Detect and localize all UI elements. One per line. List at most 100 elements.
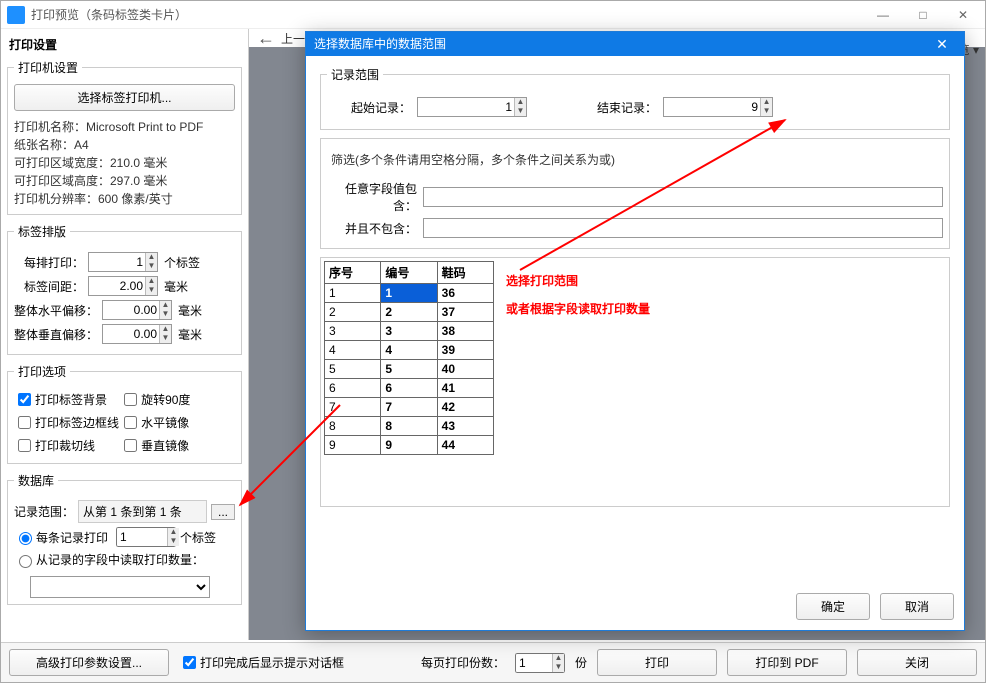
gap-label: 标签间距： xyxy=(14,278,84,295)
table-row[interactable]: 4439 xyxy=(325,341,494,360)
col-header[interactable]: 鞋码 xyxy=(437,262,493,284)
database-legend: 数据库 xyxy=(14,472,58,489)
table-row[interactable]: 8843 xyxy=(325,417,494,436)
table-row[interactable]: 1136 xyxy=(325,284,494,303)
main-titlebar: 打印预览（条码标签类卡片） — □ ✕ xyxy=(1,1,985,29)
table-cell[interactable]: 2 xyxy=(381,303,437,322)
table-cell[interactable]: 8 xyxy=(325,417,381,436)
database-group: 数据库 记录范围： 从第 1 条到第 1 条 ... 每条记录打印 ▲▼ 个标签… xyxy=(7,472,242,605)
spin-icon[interactable]: ▲▼ xyxy=(145,277,157,295)
start-input[interactable] xyxy=(417,97,527,117)
each-record-unit: 个标签 xyxy=(180,529,216,546)
table-cell[interactable]: 40 xyxy=(437,360,493,379)
table-row[interactable]: 5540 xyxy=(325,360,494,379)
table-cell[interactable]: 1 xyxy=(381,284,437,303)
table-cell[interactable]: 6 xyxy=(381,379,437,398)
paper-name: 纸张名称：A4 xyxy=(14,136,235,153)
printer-name: 打印机名称：Microsoft Print to PDF xyxy=(14,118,235,135)
spin-icon[interactable]: ▲▼ xyxy=(167,528,179,546)
col-header[interactable]: 序号 xyxy=(325,262,381,284)
table-row[interactable]: 9944 xyxy=(325,436,494,455)
border-label: 打印标签边框线 xyxy=(35,414,119,431)
advanced-settings-button[interactable]: 高级打印参数设置... xyxy=(9,649,169,676)
record-range-group: 记录范围 起始记录： ▲▼ 结束记录： ▲▼ xyxy=(320,66,950,130)
print-width: 可打印区域宽度：210.0 毫米 xyxy=(14,154,235,171)
exclude-input[interactable] xyxy=(423,218,943,238)
table-cell[interactable]: 7 xyxy=(381,398,437,417)
table-cell[interactable]: 43 xyxy=(437,417,493,436)
print-button[interactable]: 打印 xyxy=(597,649,717,676)
dialog-close-button[interactable]: ✕ xyxy=(928,32,956,56)
table-cell[interactable]: 9 xyxy=(381,436,437,455)
range-browse-button[interactable]: ... xyxy=(211,504,235,520)
table-cell[interactable]: 5 xyxy=(381,360,437,379)
spin-icon[interactable]: ▲▼ xyxy=(159,325,171,343)
hmirror-label: 水平镜像 xyxy=(141,414,189,431)
cancel-button[interactable]: 取消 xyxy=(880,593,954,620)
border-checkbox[interactable] xyxy=(18,416,31,429)
table-cell[interactable]: 1 xyxy=(325,284,381,303)
table-cell[interactable]: 9 xyxy=(325,436,381,455)
spin-icon[interactable]: ▲▼ xyxy=(552,654,564,672)
field-select[interactable] xyxy=(30,576,210,598)
from-field-radio[interactable] xyxy=(19,555,32,568)
table-cell[interactable]: 4 xyxy=(381,341,437,360)
per-row-label: 每排打印： xyxy=(14,254,84,271)
table-cell[interactable]: 36 xyxy=(437,284,493,303)
spin-icon[interactable]: ▲▼ xyxy=(159,301,171,319)
table-cell[interactable]: 37 xyxy=(437,303,493,322)
table-cell[interactable]: 3 xyxy=(325,322,381,341)
options-legend: 打印选项 xyxy=(14,363,70,380)
printer-settings-group: 打印机设置 选择标签打印机... 打印机名称：Microsoft Print t… xyxy=(7,59,242,215)
hoff-label: 整体水平偏移： xyxy=(14,302,98,319)
voff-label: 整体垂直偏移： xyxy=(14,326,98,343)
table-cell[interactable]: 7 xyxy=(325,398,381,417)
vmirror-checkbox[interactable] xyxy=(124,439,137,452)
rotate-checkbox[interactable] xyxy=(124,393,137,406)
table-cell[interactable]: 5 xyxy=(325,360,381,379)
print-height: 可打印区域高度：297.0 毫米 xyxy=(14,172,235,189)
gap-unit: 毫米 xyxy=(164,278,188,295)
print-pdf-button[interactable]: 打印到 PDF xyxy=(727,649,847,676)
back-label[interactable]: 上一 xyxy=(281,30,305,47)
cut-checkbox[interactable] xyxy=(18,439,31,452)
back-icon[interactable]: ← xyxy=(257,28,275,49)
close-main-button[interactable]: 关闭 xyxy=(857,649,977,676)
table-cell[interactable]: 6 xyxy=(325,379,381,398)
table-cell[interactable]: 39 xyxy=(437,341,493,360)
maximize-button[interactable]: □ xyxy=(903,2,943,28)
minimize-button[interactable]: — xyxy=(863,2,903,28)
voff-unit: 毫米 xyxy=(178,326,202,343)
select-printer-button[interactable]: 选择标签打印机... xyxy=(14,84,235,111)
table-row[interactable]: 7742 xyxy=(325,398,494,417)
table-cell[interactable]: 42 xyxy=(437,398,493,417)
table-cell[interactable]: 3 xyxy=(381,322,437,341)
data-table[interactable]: 序号编号鞋码1136223733384439554066417742884399… xyxy=(324,261,494,455)
ok-button[interactable]: 确定 xyxy=(796,593,870,620)
table-row[interactable]: 3338 xyxy=(325,322,494,341)
end-input[interactable] xyxy=(663,97,773,117)
table-cell[interactable]: 41 xyxy=(437,379,493,398)
table-cell[interactable]: 4 xyxy=(325,341,381,360)
table-row[interactable]: 2237 xyxy=(325,303,494,322)
exclude-label: 并且不包含： xyxy=(327,220,417,237)
spin-icon[interactable]: ▲▼ xyxy=(145,253,157,271)
table-cell[interactable]: 2 xyxy=(325,303,381,322)
include-input[interactable] xyxy=(423,187,943,207)
spin-icon[interactable]: ▲▼ xyxy=(514,98,526,116)
rotate-label: 旋转90度 xyxy=(141,391,190,408)
table-cell[interactable]: 38 xyxy=(437,322,493,341)
table-cell[interactable]: 44 xyxy=(437,436,493,455)
each-record-radio[interactable] xyxy=(19,532,32,545)
col-header[interactable]: 编号 xyxy=(381,262,437,284)
done-dialog-checkbox[interactable] xyxy=(183,656,196,669)
table-cell[interactable]: 8 xyxy=(381,417,437,436)
spin-icon[interactable]: ▲▼ xyxy=(760,98,772,116)
table-row[interactable]: 6641 xyxy=(325,379,494,398)
hmirror-checkbox[interactable] xyxy=(124,416,137,429)
each-record-label: 每条记录打印 xyxy=(36,529,108,546)
bg-checkbox[interactable] xyxy=(18,393,31,406)
close-button[interactable]: ✕ xyxy=(943,2,983,28)
from-field-label: 从记录的字段中读取打印数量： xyxy=(36,551,204,568)
range-dialog: 选择数据库中的数据范围 ✕ 记录范围 起始记录： ▲▼ 结束记录： ▲▼ 筛选(… xyxy=(305,31,965,631)
